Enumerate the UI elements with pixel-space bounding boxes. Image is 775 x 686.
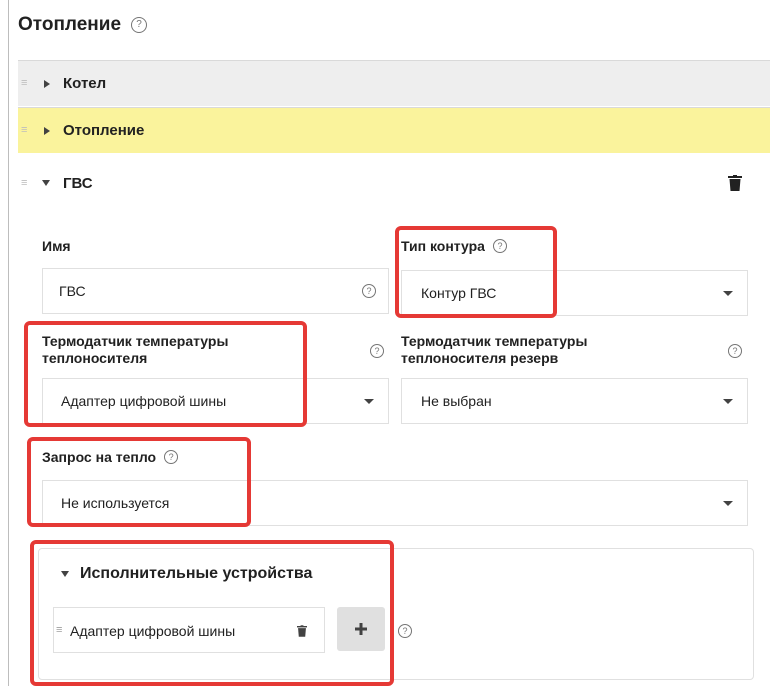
annotation-box-heat-request bbox=[27, 437, 251, 527]
section-title-text: Отопление bbox=[18, 14, 122, 35]
drag-handle-icon[interactable]: ≡ bbox=[21, 78, 27, 89]
drag-handle-icon[interactable]: ≡ bbox=[21, 177, 27, 189]
annotation-box-circuit-type bbox=[395, 226, 557, 318]
help-icon[interactable]: ? bbox=[370, 344, 384, 358]
expand-right-icon bbox=[44, 79, 50, 88]
annotation-box-actuators bbox=[30, 540, 394, 686]
section-title: Отопление ? bbox=[18, 14, 148, 36]
help-icon[interactable]: ? bbox=[398, 624, 412, 638]
drag-handle-icon[interactable]: ≡ bbox=[21, 125, 27, 136]
name-input[interactable]: ГВС ? bbox=[42, 268, 389, 314]
panel-label: Котел bbox=[63, 75, 107, 92]
trash-icon[interactable] bbox=[728, 175, 742, 191]
expand-down-icon bbox=[42, 180, 50, 186]
sensor-reserve-value: Не выбран bbox=[421, 393, 492, 409]
panel-otoplenie[interactable]: ≡ Отопление bbox=[18, 107, 770, 153]
help-icon[interactable]: ? bbox=[131, 17, 148, 33]
help-icon[interactable]: ? bbox=[728, 344, 742, 358]
panel-kotel[interactable]: ≡ Котел bbox=[18, 60, 770, 106]
annotation-box-sensor bbox=[24, 321, 307, 427]
sensor-reserve-select[interactable]: Не выбран bbox=[401, 378, 748, 424]
sensor-reserve-label: Термодатчик температуры теплоносителя ре… bbox=[401, 333, 748, 367]
panel-label: ГВС bbox=[63, 174, 93, 192]
dropdown-caret-icon bbox=[723, 500, 733, 506]
name-label: Имя bbox=[42, 238, 71, 254]
dropdown-caret-icon bbox=[364, 398, 374, 404]
left-border bbox=[8, 0, 9, 686]
panel-gvs[interactable]: ≡ ГВС bbox=[18, 160, 770, 206]
dropdown-caret-icon bbox=[723, 290, 733, 296]
expand-right-icon bbox=[44, 126, 50, 135]
panel-label: Отопление bbox=[63, 122, 145, 139]
dropdown-caret-icon bbox=[723, 398, 733, 404]
help-icon[interactable]: ? bbox=[362, 284, 376, 298]
name-value: ГВС bbox=[59, 283, 86, 299]
